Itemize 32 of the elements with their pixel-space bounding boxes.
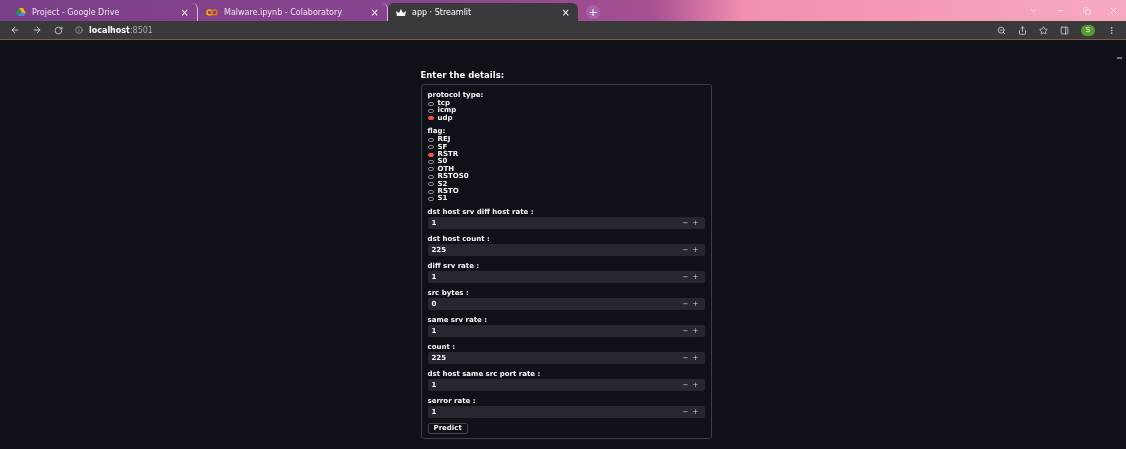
- close-icon[interactable]: ×: [370, 6, 379, 18]
- share-icon[interactable]: [1018, 25, 1027, 35]
- side-panel-icon[interactable]: [1060, 25, 1069, 35]
- radio-button[interactable]: [427, 160, 434, 165]
- browser-tab[interactable]: app · Streamlit ×: [388, 3, 578, 21]
- menu-icon[interactable]: [1107, 25, 1116, 35]
- radio-button[interactable]: [427, 197, 434, 201]
- form-title: Enter the details:: [420, 70, 506, 80]
- scrollbar-mark: [1117, 57, 1122, 59]
- radio-button[interactable]: [427, 116, 434, 121]
- radio-button[interactable]: [427, 109, 434, 114]
- drive-icon: [16, 7, 26, 17]
- radio-button[interactable]: [427, 101, 434, 106]
- new-tab-button[interactable]: +: [586, 5, 600, 19]
- forward-icon[interactable]: [32, 25, 42, 35]
- radio-button[interactable]: [427, 182, 434, 187]
- radio-button[interactable]: [427, 152, 434, 157]
- radio-button[interactable]: [427, 174, 434, 179]
- info-icon[interactable]: [75, 26, 83, 34]
- back-icon[interactable]: [10, 25, 20, 35]
- zoom-out-icon[interactable]: [997, 25, 1006, 35]
- radio-button[interactable]: [427, 145, 434, 150]
- radio-button[interactable]: [427, 137, 434, 142]
- star-icon[interactable]: [1039, 25, 1048, 35]
- crown-icon: [396, 8, 406, 16]
- radio-button[interactable]: [427, 167, 434, 172]
- close-icon[interactable]: ×: [561, 6, 570, 18]
- rings-icon: [206, 8, 218, 16]
- radio-button[interactable]: [427, 189, 434, 194]
- reload-icon[interactable]: [54, 25, 63, 35]
- address-text[interactable]: localhost:8501: [89, 25, 153, 35]
- close-icon[interactable]: ×: [180, 6, 189, 18]
